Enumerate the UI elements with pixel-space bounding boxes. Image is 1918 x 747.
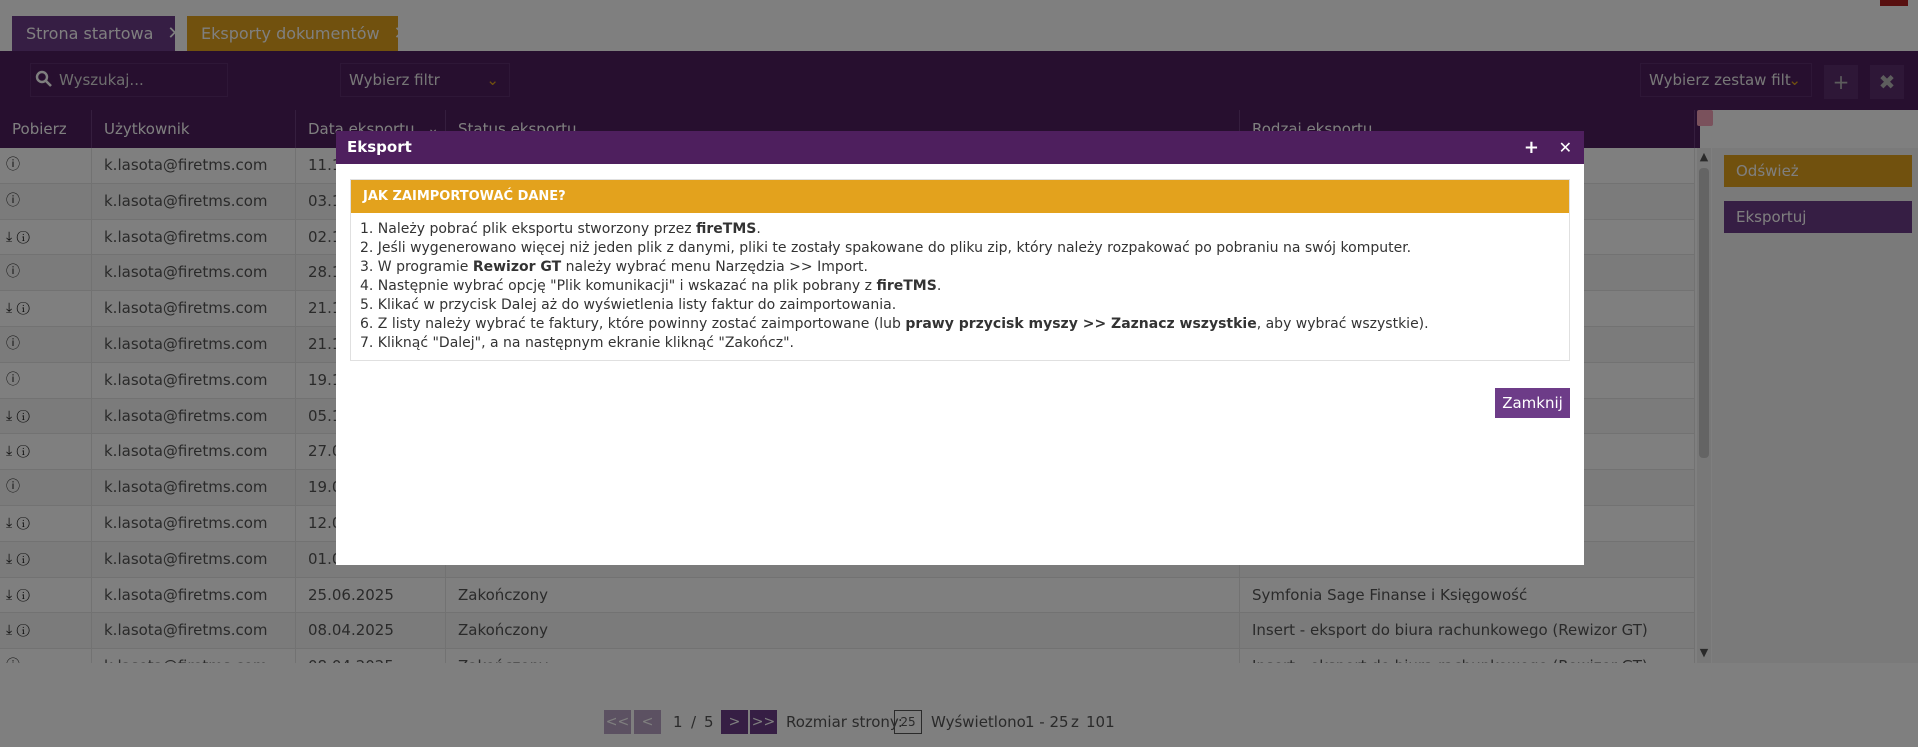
step-text: 6. Z listy należy wybrać te faktury, któ… [360, 316, 906, 332]
step-text: 3. W programie [360, 259, 473, 275]
instructions-list: 1. Należy pobrać plik eksportu stworzony… [351, 213, 1569, 353]
import-instructions: JAK ZAIMPORTOWAĆ DANE? 1. Należy pobrać … [350, 179, 1570, 361]
step-text: . [936, 278, 942, 294]
dialog-title: Eksport [347, 138, 412, 156]
step-emphasis: Rewizor GT [472, 259, 562, 275]
step-emphasis: prawy przycisk myszy >> Zaznacz wszystki… [905, 316, 1257, 332]
step-text: 5. Klikać w przycisk Dalej aż do wyświet… [360, 297, 897, 313]
instruction-step: 2. Jeśli wygenerowano więcej niż jeden p… [360, 239, 1569, 258]
instruction-step: 6. Z listy należy wybrać te faktury, któ… [360, 315, 1569, 334]
instruction-step: 4. Następnie wybrać opcję "Plik komunika… [360, 277, 1569, 296]
maximize-icon[interactable]: + [1524, 131, 1539, 164]
instruction-step: 3. W programie Rewizor GT należy wybrać … [360, 258, 1569, 277]
step-text: należy wybrać menu Narzędzia >> Import. [561, 259, 868, 275]
close-icon[interactable]: ✕ [1559, 131, 1572, 164]
step-text: , aby wybrać wszystkie). [1256, 316, 1429, 332]
instruction-step: 1. Należy pobrać plik eksportu stworzony… [360, 220, 1569, 239]
instruction-step: 7. Kliknąć "Dalej", a na następnym ekran… [360, 334, 1569, 353]
instructions-title: JAK ZAIMPORTOWAĆ DANE? [351, 180, 1569, 213]
step-emphasis: fireTMS [696, 221, 757, 237]
step-text: . [756, 221, 761, 237]
close-button[interactable]: Zamknij [1495, 388, 1570, 418]
instruction-step: 5. Klikać w przycisk Dalej aż do wyświet… [360, 296, 1569, 315]
export-dialog: Eksport + ✕ JAK ZAIMPORTOWAĆ DANE? 1. Na… [336, 131, 1584, 565]
dialog-header: Eksport + ✕ [336, 131, 1584, 164]
step-text: 7. Kliknąć "Dalej", a na następnym ekran… [360, 335, 794, 351]
step-emphasis: fireTMS [876, 278, 937, 294]
step-text: 4. Następnie wybrać opcję "Plik komunika… [360, 278, 877, 294]
step-text: 2. Jeśli wygenerowano więcej niż jeden p… [360, 240, 1412, 256]
step-text: 1. Należy pobrać plik eksportu stworzony… [360, 221, 697, 237]
